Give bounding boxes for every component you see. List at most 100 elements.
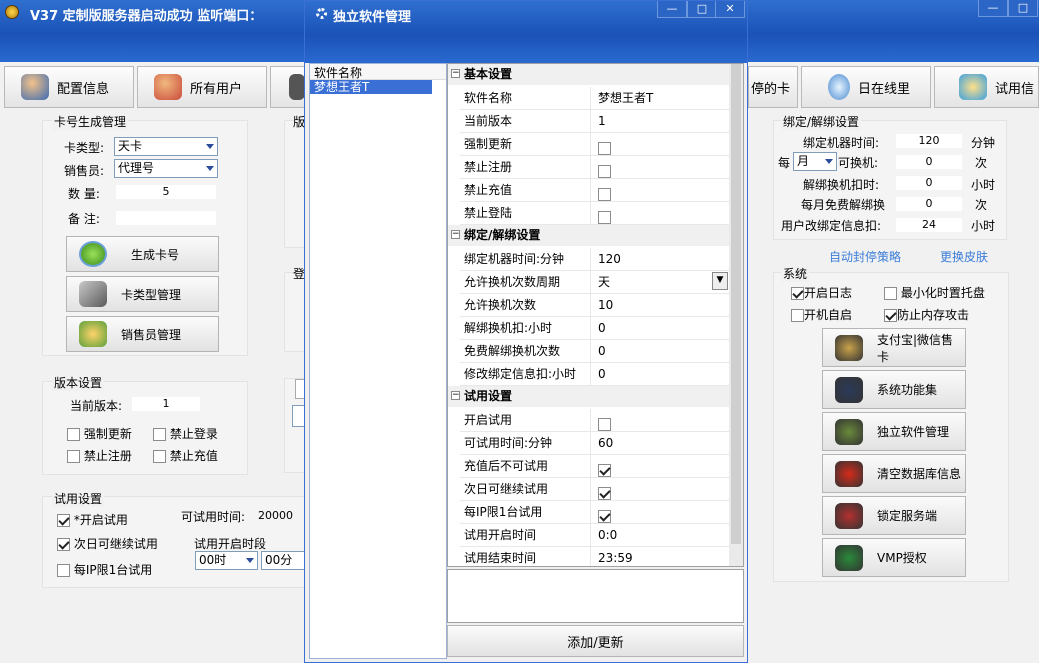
property-row[interactable]: 软件名称 梦想王者T	[460, 87, 729, 110]
collapse-icon[interactable]: −	[451, 69, 460, 78]
property-value[interactable]: 120	[598, 248, 621, 270]
property-value[interactable]: 10	[598, 294, 613, 316]
trial-hour-select[interactable]: 00时	[195, 551, 258, 570]
property-row[interactable]: 解绑换机扣:小时 0	[460, 317, 729, 340]
card-gen-title: 卡号生成管理	[52, 113, 129, 130]
property-row[interactable]: 可试用时间:分钟 60	[460, 432, 729, 455]
property-value[interactable]: 天	[598, 271, 610, 293]
property-row[interactable]: 开启试用	[460, 409, 729, 432]
property-row[interactable]: 充值后不可试用	[460, 455, 729, 478]
property-row[interactable]: 当前版本 1	[460, 110, 729, 133]
property-row[interactable]: 次日可继续试用	[460, 478, 729, 501]
dialog-minimize-button[interactable]: —	[657, 1, 687, 18]
scrollbar-thumb[interactable]	[731, 64, 741, 544]
trial-perip-checkbox[interactable]: 每IP限1台试用	[57, 561, 152, 578]
property-value[interactable]: 60	[598, 432, 613, 454]
property-value[interactable]: 0	[598, 363, 606, 385]
dialog-maximize-button[interactable]: □	[687, 1, 717, 18]
auto-block-link[interactable]: 自动封停策略	[829, 248, 901, 265]
toolbar-all-users-button[interactable]: 所有用户	[137, 66, 267, 108]
property-value[interactable]: 0:0	[598, 524, 617, 546]
property-value[interactable]: 0	[598, 340, 606, 362]
trial-nextday-checkbox[interactable]: 次日可继续试用	[57, 535, 158, 552]
unbind-input[interactable]: 0	[896, 176, 962, 190]
section-header[interactable]: − 基本设置	[448, 64, 729, 85]
trial-minute-select[interactable]: 00分	[261, 551, 306, 570]
toolbar-online-button[interactable]: 日在线里	[801, 66, 931, 108]
property-row[interactable]: 允许换机次数 10	[460, 294, 729, 317]
note-input[interactable]	[116, 211, 216, 225]
no-login-checkbox[interactable]: 禁止登录	[153, 425, 218, 442]
main-maximize-button[interactable]: □	[1008, 0, 1038, 17]
right-action-button[interactable]: 系统功能集	[822, 370, 966, 409]
modify-bind-label: 用户改绑定信息扣:	[781, 219, 882, 233]
free-unbind-input[interactable]: 0	[896, 197, 962, 211]
section-header[interactable]: − 试用设置	[448, 386, 729, 407]
card-type-manage-button[interactable]: 卡类型管理	[66, 276, 219, 312]
property-value[interactable]: 23:59	[598, 547, 633, 566]
trial-time-value[interactable]: 20000	[258, 509, 293, 522]
generate-cards-button[interactable]: 生成卡号	[66, 236, 219, 272]
enable-log-checkbox[interactable]: 开启日志	[791, 284, 852, 301]
property-row[interactable]: 试用开启时间 0:0	[460, 524, 729, 547]
bind-time-input[interactable]: 120	[896, 134, 962, 148]
section-header[interactable]: − 绑定/解绑设置	[448, 225, 729, 246]
property-row[interactable]: 修改绑定信息扣:小时 0	[460, 363, 729, 386]
property-value[interactable]: 1	[598, 110, 606, 132]
right-action-button[interactable]: 支付宝|微信售卡	[822, 328, 966, 367]
property-value[interactable]: 梦想王者T	[598, 87, 653, 109]
right-action-button[interactable]: 独立软件管理	[822, 412, 966, 451]
property-row[interactable]: 绑定机器时间:分钟 120	[460, 248, 729, 271]
toolbar-config-button[interactable]: 配置信息	[4, 66, 134, 108]
force-update-checkbox[interactable]: 强制更新	[67, 425, 132, 442]
qty-input[interactable]: 5	[116, 185, 216, 199]
bind-time-unit: 分钟	[971, 136, 996, 150]
list-header[interactable]: 软件名称	[310, 64, 446, 80]
list-item[interactable]: 梦想王者T	[310, 80, 432, 94]
property-row[interactable]: 禁止注册	[460, 156, 729, 179]
anti-memory-attack-checkbox[interactable]: 防止内存攻击	[884, 306, 969, 323]
current-version-input[interactable]: 1	[132, 397, 200, 411]
property-row[interactable]: 禁止登陆	[460, 202, 729, 225]
collapse-icon[interactable]: −	[451, 230, 460, 239]
right-action-button[interactable]: 清空数据库信息	[822, 454, 966, 493]
bind-time-label: 绑定机器时间:	[803, 136, 880, 150]
property-row[interactable]: 试用结束时间 23:59	[460, 547, 729, 566]
seller-manage-button[interactable]: 销售员管理	[66, 316, 219, 352]
property-row[interactable]: 每IP限1台试用	[460, 501, 729, 524]
chevron-down-icon	[206, 144, 214, 149]
right-action-button[interactable]: 锁定服务端	[822, 496, 966, 535]
period-select[interactable]: 月	[793, 152, 837, 171]
middle-fragment-group-2	[284, 272, 306, 352]
trial-enable-checkbox[interactable]: *开启试用	[57, 511, 128, 528]
changes-input[interactable]: 0	[896, 155, 962, 169]
modify-bind-input[interactable]: 24	[896, 218, 962, 232]
collapse-icon[interactable]: −	[451, 391, 460, 400]
minimize-tray-checkbox[interactable]: 最小化时置托盘	[884, 284, 985, 301]
property-row[interactable]: 禁止充值	[460, 179, 729, 202]
dialog-title: 独立软件管理	[333, 10, 412, 25]
change-skin-link[interactable]: 更换皮肤	[940, 248, 988, 265]
card-type-select[interactable]: 天卡	[114, 137, 218, 156]
property-name: 次日可继续试用	[464, 482, 549, 496]
dropdown-button[interactable]: ▼	[712, 272, 728, 290]
toolbar-partial-button[interactable]	[270, 66, 306, 108]
property-row[interactable]: 允许换机次数周期 天 ▼	[460, 271, 729, 294]
main-minimize-button[interactable]: —	[978, 0, 1008, 17]
property-row[interactable]: 免费解绑换机次数 0	[460, 340, 729, 363]
dialog-close-button[interactable]: ✕	[715, 1, 745, 18]
property-name: 每IP限1台试用	[464, 505, 543, 519]
toolbar-trial-button[interactable]: 试用信	[934, 66, 1039, 108]
modify-bind-unit: 小时	[971, 219, 996, 233]
add-update-button[interactable]: 添加/更新	[447, 625, 744, 657]
auto-start-checkbox[interactable]: 开机自启	[791, 306, 852, 323]
software-list[interactable]: 软件名称 梦想王者T	[309, 63, 447, 659]
money-bag-icon	[835, 334, 863, 361]
toolbar-stopped-cards-button[interactable]: 停的卡	[748, 66, 798, 108]
property-value[interactable]: 0	[598, 317, 606, 339]
no-register-checkbox[interactable]: 禁止注册	[67, 447, 132, 464]
seller-select[interactable]: 代理号	[114, 159, 218, 178]
right-action-button[interactable]: VMP授权	[822, 538, 966, 577]
property-row[interactable]: 强制更新	[460, 133, 729, 156]
no-charge-checkbox[interactable]: 禁止充值	[153, 447, 218, 464]
